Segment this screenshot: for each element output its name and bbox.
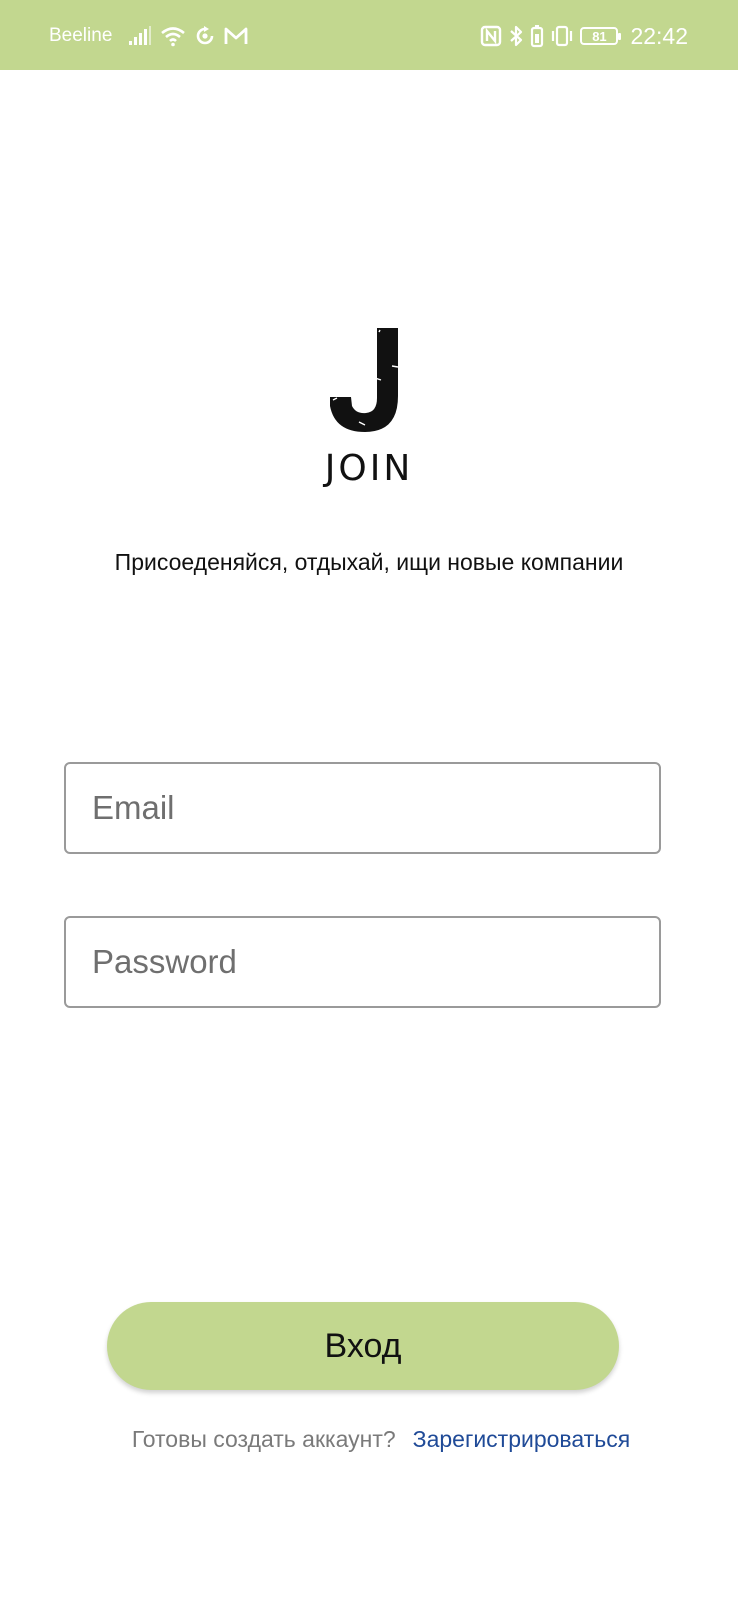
register-link[interactable]: Зарегистрироваться — [413, 1426, 630, 1453]
bluetooth-icon — [510, 25, 523, 47]
logo-name: JOIN — [324, 448, 414, 489]
signal-icon — [129, 26, 152, 45]
nfc-icon — [481, 25, 502, 47]
status-bar-left: Beeline — [49, 22, 248, 50]
login-button[interactable]: Вход — [107, 1302, 619, 1390]
carrier-name: Beeline — [49, 25, 113, 46]
status-bar: Beeline 81 22:42 — [0, 0, 738, 70]
sync-icon — [197, 26, 214, 45]
register-prompt: Готовы создать аккаунт? — [131, 1426, 396, 1452]
battery-saver-icon — [531, 25, 544, 48]
password-field[interactable] — [64, 916, 661, 1008]
battery-icon: 81 — [580, 27, 622, 45]
clock: 22:42 — [630, 22, 688, 49]
register-row: Готовы создать аккаунт? Зарегистрировать… — [0, 1426, 738, 1453]
email-field[interactable] — [64, 762, 661, 854]
tagline: Присоеденяйся, отдыхай, ищи новые компан… — [114, 549, 624, 575]
wifi-icon — [161, 27, 186, 47]
login-screen: Beeline 81 22:42 JOIN Присоеденяйся, отд… — [0, 0, 738, 1600]
status-bar-right: 81 22:42 — [480, 22, 688, 50]
battery-level: 81 — [592, 28, 607, 44]
mail-icon — [224, 27, 248, 44]
vibrate-icon — [552, 25, 573, 47]
